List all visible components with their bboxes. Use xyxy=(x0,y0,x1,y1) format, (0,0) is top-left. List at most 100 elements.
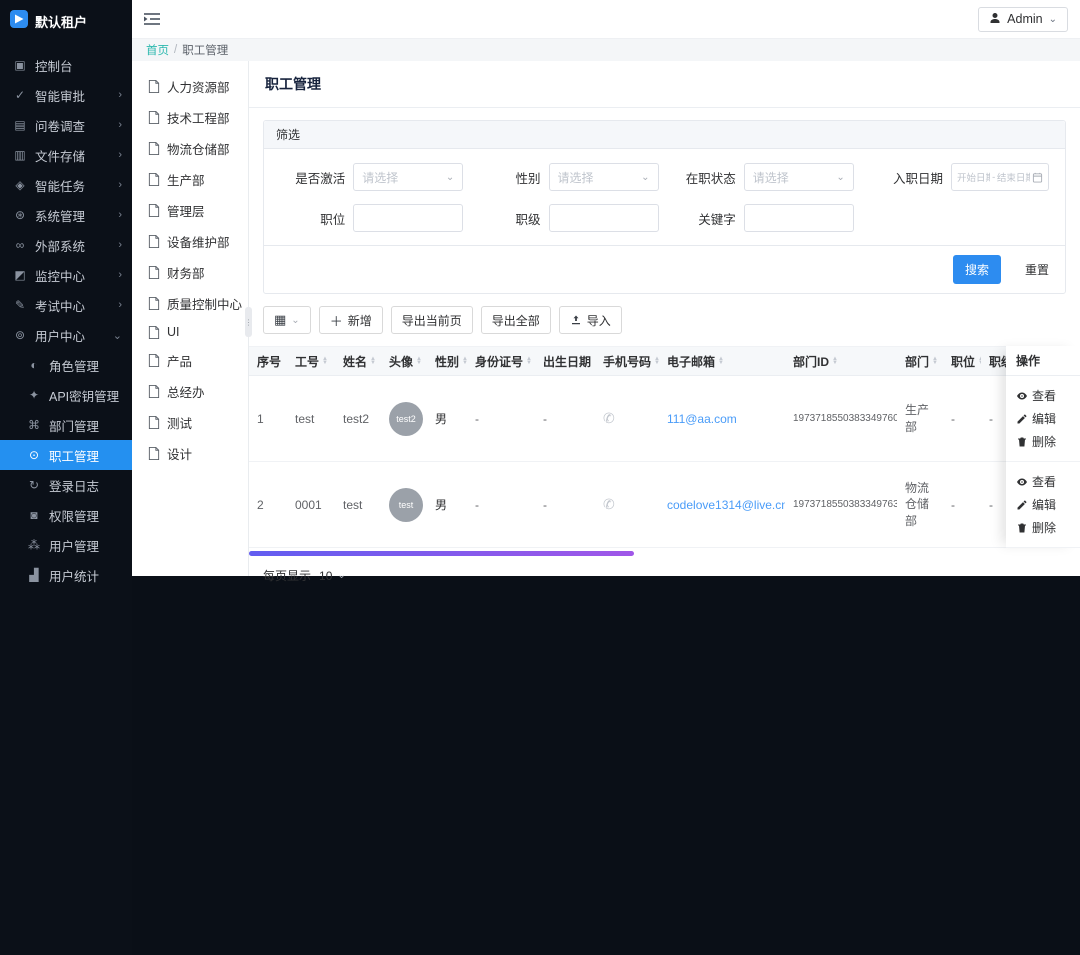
sidebar-item-monitor[interactable]: ◩ 监控中心 › xyxy=(0,260,132,290)
user-menu-button[interactable]: Admin ⌄ xyxy=(978,7,1068,32)
panel-resize-handle[interactable]: ⋮ xyxy=(245,307,252,337)
hire-date-range-picker[interactable]: 开始日期 - 结束日期 xyxy=(951,163,1049,191)
chevron-down-icon: ⌄ xyxy=(1049,14,1057,25)
add-button[interactable]: ＋ 新增 xyxy=(319,306,383,334)
sidebar-item-survey[interactable]: ▤ 问卷调查 › xyxy=(0,110,132,140)
sidebar-item-system[interactable]: ⊛ 系统管理 › xyxy=(0,200,132,230)
sort-icon[interactable]: ▲▼ xyxy=(416,357,422,365)
sidebar-item-exam[interactable]: ✎ 考试中心 › xyxy=(0,290,132,320)
chevron-right-icon: › xyxy=(118,119,122,131)
dept-tree-item[interactable]: 质量控制中心 xyxy=(132,288,248,319)
tenant-logo xyxy=(10,10,28,33)
row-actions: 查看 编辑 删除 xyxy=(1006,462,1080,548)
column-settings-button[interactable]: ▦ ⌄ xyxy=(263,306,311,334)
survey-icon: ▤ xyxy=(13,118,27,132)
per-page-select[interactable]: 10 ⌄ xyxy=(319,569,346,583)
dept-tree-item[interactable]: 设备维护部 xyxy=(132,226,248,257)
sidebar-item-approval[interactable]: ✓ 智能审批 › xyxy=(0,80,132,110)
sidebar-item-permission-mgmt[interactable]: ◙ 权限管理 xyxy=(0,500,132,530)
trash-icon xyxy=(1016,436,1028,448)
scrollbar-thumb[interactable] xyxy=(249,551,634,556)
document-icon xyxy=(148,111,160,124)
row-actions: 查看 编辑 删除 xyxy=(1006,376,1080,462)
breadcrumb: 首页 / 职工管理 xyxy=(132,39,1080,61)
view-button[interactable]: 查看 xyxy=(1016,473,1056,490)
search-button[interactable]: 搜索 xyxy=(953,255,1001,284)
actions-fixed-column: 操作 查看 编辑 删除 xyxy=(1006,346,1080,548)
delete-button[interactable]: 删除 xyxy=(1016,519,1056,536)
delete-button[interactable]: 删除 xyxy=(1016,433,1056,450)
breadcrumb-home[interactable]: 首页 xyxy=(146,42,169,58)
sidebar-item-role-mgmt[interactable]: ◐ 角色管理 xyxy=(0,350,132,380)
employee-icon: ⊙ xyxy=(27,448,41,462)
main-sidebar: 默认租户 ▣ 控制台 ✓ 智能审批 › ▤ 问卷调查 › ▥ 文件存储 › xyxy=(0,0,132,955)
user-center-submenu: ◐ 角色管理 ✦ API密钥管理 ⌘ 部门管理 ⊙ 职工管理 ↻ 登录日志 xyxy=(0,350,132,590)
dept-tree-item[interactable]: 测试 xyxy=(132,407,248,438)
sidebar-nav: ▣ 控制台 ✓ 智能审批 › ▤ 问卷调查 › ▥ 文件存储 › ◈ 智能任务 xyxy=(0,42,132,955)
reset-button[interactable]: 重置 xyxy=(1025,261,1049,278)
sidebar-item-file-storage[interactable]: ▥ 文件存储 › xyxy=(0,140,132,170)
sidebar-item-tasks[interactable]: ◈ 智能任务 › xyxy=(0,170,132,200)
chevron-right-icon: › xyxy=(118,239,122,251)
sidebar-item-dept-mgmt[interactable]: ⌘ 部门管理 xyxy=(0,410,132,440)
dashboard-icon: ▣ xyxy=(13,58,27,72)
export-current-page-button[interactable]: 导出当前页 xyxy=(391,306,473,334)
dept-tree-item[interactable]: UI xyxy=(132,319,248,345)
dept-tree-item[interactable]: 人力资源部 xyxy=(132,71,248,102)
hire-date-filter-label: 入职日期 xyxy=(893,168,943,187)
main-column: Admin ⌄ 首页 / 职工管理 人力资源部 技术工程部 物流仓储部 生产部 … xyxy=(132,0,1080,955)
dept-tree-item[interactable]: 物流仓储部 xyxy=(132,133,248,164)
edit-button[interactable]: 编辑 xyxy=(1016,496,1056,513)
email-link[interactable]: 111@aa.com xyxy=(667,412,737,426)
status-select[interactable]: 请选择 ⌄ xyxy=(744,163,854,191)
document-icon xyxy=(148,326,160,339)
export-all-button[interactable]: 导出全部 xyxy=(481,306,551,334)
stats-icon: ▟ xyxy=(27,568,41,582)
sidebar-item-external[interactable]: ∞ 外部系统 › xyxy=(0,230,132,260)
sidebar-item-user-mgmt[interactable]: ⁂ 用户管理 xyxy=(0,530,132,560)
edit-button[interactable]: 编辑 xyxy=(1016,410,1056,427)
position-input[interactable] xyxy=(353,204,463,232)
dept-tree-item[interactable]: 产品 xyxy=(132,345,248,376)
sort-icon[interactable]: ▲▼ xyxy=(832,357,838,365)
sidebar-item-console[interactable]: ▣ 控制台 xyxy=(0,50,132,80)
dept-tree-item[interactable]: 生产部 xyxy=(132,164,248,195)
import-button[interactable]: 导入 xyxy=(559,306,622,334)
plus-icon: ＋ xyxy=(330,311,343,330)
sidebar-item-user-center[interactable]: ⊚ 用户中心 ⌄ xyxy=(0,320,132,350)
approval-check-icon: ✓ xyxy=(13,88,27,102)
document-icon xyxy=(148,235,160,248)
email-link[interactable]: codelove1314@live.cn xyxy=(667,498,785,512)
phone-icon: ✆ xyxy=(603,496,615,512)
sort-icon[interactable]: ▲▼ xyxy=(932,357,938,365)
chevron-down-icon: ⌄ xyxy=(113,329,122,342)
sidebar-item-api-keys[interactable]: ✦ API密钥管理 xyxy=(0,380,132,410)
document-icon xyxy=(148,354,160,367)
dept-tree-item[interactable]: 管理层 xyxy=(132,195,248,226)
sidebar-item-login-logs[interactable]: ↻ 登录日志 xyxy=(0,470,132,500)
dept-tree-item[interactable]: 技术工程部 xyxy=(132,102,248,133)
edit-icon xyxy=(1016,413,1028,425)
collapse-sidebar-icon[interactable] xyxy=(144,12,160,26)
sort-icon[interactable]: ▲▼ xyxy=(370,357,376,365)
active-select[interactable]: 请选择 ⌄ xyxy=(353,163,463,191)
org-tree-icon: ⌘ xyxy=(27,418,41,432)
sort-icon[interactable]: ▲▼ xyxy=(526,357,532,365)
avatar: test2 xyxy=(389,402,423,436)
dept-tree-item[interactable]: 财务部 xyxy=(132,257,248,288)
document-icon xyxy=(148,416,160,429)
sort-icon[interactable]: ▲▼ xyxy=(322,357,328,365)
dept-tree-item[interactable]: 总经办 xyxy=(132,376,248,407)
dept-tree-item[interactable]: 设计 xyxy=(132,438,248,469)
sidebar-item-employee-mgmt[interactable]: ⊙ 职工管理 xyxy=(0,440,132,470)
gender-select[interactable]: 请选择 ⌄ xyxy=(549,163,659,191)
keyword-input[interactable] xyxy=(744,204,854,232)
document-icon xyxy=(148,447,160,460)
sort-icon[interactable]: ▲▼ xyxy=(718,357,724,365)
document-icon xyxy=(148,297,160,310)
sidebar-item-user-stats[interactable]: ▟ 用户统计 xyxy=(0,560,132,590)
topbar: Admin ⌄ xyxy=(132,0,1080,39)
eye-icon xyxy=(1016,390,1028,402)
rank-input[interactable] xyxy=(549,204,659,232)
view-button[interactable]: 查看 xyxy=(1016,387,1056,404)
